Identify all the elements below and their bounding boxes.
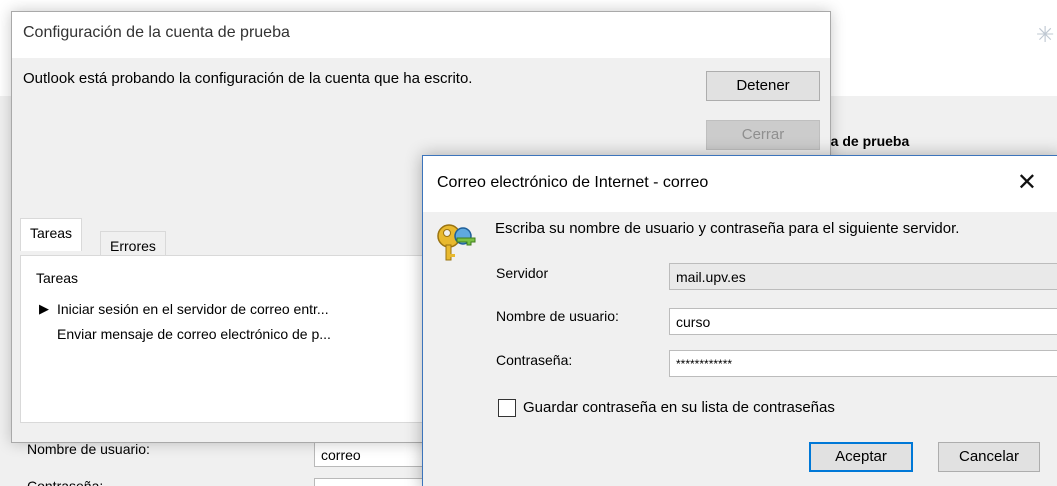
task-label: Iniciar sesión en el servidor de correo … [57,301,329,317]
cancel-button[interactable]: Cancelar [938,442,1040,472]
close-icon[interactable]: ✕ [1017,168,1037,197]
save-password-label[interactable]: Guardar contraseña en su lista de contra… [523,399,835,416]
username-field[interactable]: curso [669,308,1057,335]
accept-button[interactable]: Aceptar [809,442,913,472]
keys-icon [437,224,476,261]
server-label: Servidor [496,265,549,281]
spinner-icon: ✳ [1036,22,1055,47]
credentials-dialog: Correo electrónico de Internet - correo … [422,155,1057,486]
dialog-titlebar: Correo electrónico de Internet - correo … [423,156,1057,212]
list-item: ▶ Iniciar sesión en el servidor de corre… [39,301,329,317]
username-label: Nombre de usuario: [496,308,619,324]
prompt-message: Escriba su nombre de usuario y contraseñ… [495,220,960,237]
status-message: Outlook está probando la configuración d… [23,70,473,87]
tab-tasks[interactable]: Tareas [20,218,83,251]
dialog-title: Correo electrónico de Internet - correo [437,174,709,191]
task-label: Enviar mensaje de correo electrónico de … [57,326,331,342]
password-label: Contraseña: [496,352,573,368]
password-field[interactable]: ************ [669,350,1057,377]
save-password-checkbox[interactable] [498,399,516,417]
stop-button[interactable]: Detener [706,71,820,101]
close-button[interactable]: Cerrar [706,120,820,150]
server-field: mail.upv.es [669,263,1057,290]
password-field[interactable] [314,478,424,486]
tasks-header: Tareas [36,270,79,286]
username-field[interactable]: correo [314,441,424,467]
arrow-right-icon: ▶ [39,301,49,316]
dialog-title: Configuración de la cuenta de prueba [12,12,830,58]
username-label: Nombre de usuario: [27,441,150,457]
section-title: ta de prueba [826,133,910,149]
list-item: Enviar mensaje de correo electrónico de … [57,326,331,342]
password-label: Contraseña: [27,478,104,486]
